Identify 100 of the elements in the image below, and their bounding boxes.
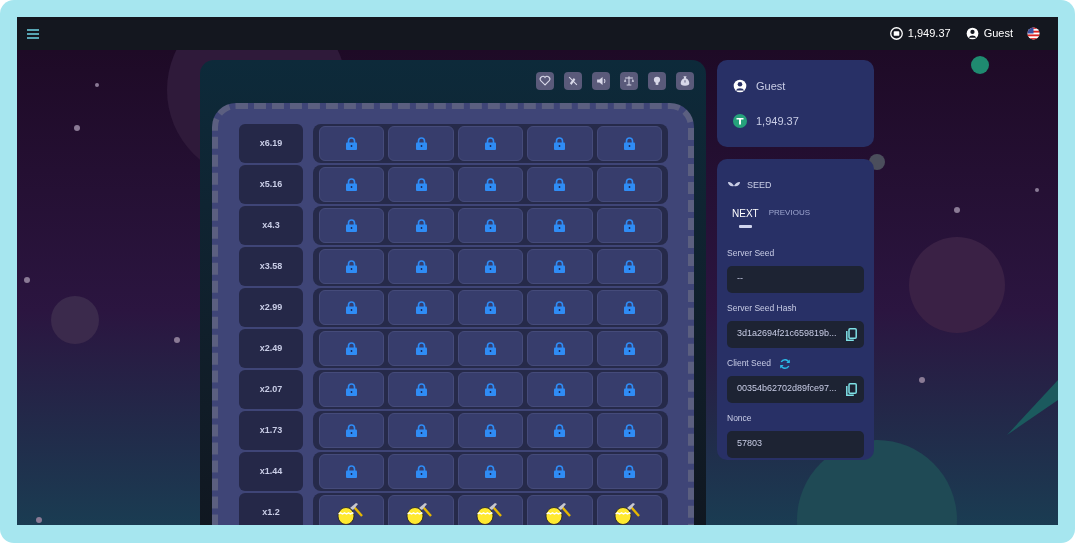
tile[interactable] <box>527 167 593 202</box>
menu-icon[interactable] <box>27 28 39 39</box>
speaker-icon <box>594 74 608 88</box>
muted-button[interactable] <box>564 72 582 90</box>
tile[interactable] <box>527 413 593 448</box>
tile[interactable] <box>596 372 663 407</box>
tile[interactable] <box>596 290 663 325</box>
flag-icon[interactable] <box>1027 27 1040 40</box>
heart-icon <box>538 74 552 88</box>
tile[interactable] <box>388 208 454 243</box>
tile[interactable] <box>596 331 663 366</box>
tile[interactable] <box>527 126 593 161</box>
tile[interactable] <box>388 249 454 284</box>
scales-button[interactable] <box>620 72 638 90</box>
tile[interactable] <box>319 454 385 489</box>
tile[interactable] <box>457 290 524 325</box>
refresh-icon[interactable] <box>778 357 791 370</box>
lock-icon <box>415 301 427 314</box>
tile[interactable] <box>527 454 593 489</box>
lock-icon <box>346 342 358 355</box>
copy-icon[interactable] <box>846 382 857 396</box>
tile[interactable] <box>388 290 454 325</box>
money-bag-button[interactable] <box>676 72 694 90</box>
tile[interactable] <box>319 290 385 325</box>
tile[interactable] <box>457 372 524 407</box>
tile[interactable] <box>457 167 524 202</box>
tile[interactable] <box>457 413 524 448</box>
lock-icon <box>346 301 358 314</box>
tile[interactable] <box>388 372 454 407</box>
lock-icon <box>554 178 566 191</box>
tile[interactable] <box>457 331 524 366</box>
multiplier-label: x1.44 <box>239 452 303 491</box>
user-icon <box>965 27 979 40</box>
tile[interactable] <box>457 249 524 284</box>
tile[interactable] <box>457 126 524 161</box>
lightbulb-button[interactable] <box>648 72 666 90</box>
lock-icon <box>623 219 635 232</box>
balance-text: 1,949.37 <box>756 114 799 129</box>
lock-icon <box>346 219 358 232</box>
tile[interactable] <box>596 495 663 525</box>
tile[interactable] <box>596 208 663 243</box>
tile[interactable] <box>457 454 524 489</box>
speaker-button[interactable] <box>592 72 610 90</box>
tile[interactable] <box>596 454 663 489</box>
lock-icon <box>485 260 496 273</box>
heart-button[interactable] <box>536 72 554 90</box>
tile[interactable] <box>388 167 454 202</box>
tile[interactable] <box>457 495 524 525</box>
lock-icon <box>623 383 635 396</box>
lock-icon <box>485 178 496 191</box>
multiplier-label: x1.73 <box>239 411 303 450</box>
input-field[interactable]: -- <box>727 265 864 293</box>
lock-icon <box>554 137 566 150</box>
tile[interactable] <box>527 290 593 325</box>
tile[interactable] <box>388 126 454 161</box>
multiplier-label: x2.99 <box>239 288 303 327</box>
tile[interactable] <box>596 126 663 161</box>
lock-icon <box>485 465 496 478</box>
copy-icon[interactable] <box>846 327 857 341</box>
tile[interactable] <box>388 331 454 366</box>
multiplier-label: x5.16 <box>239 165 303 204</box>
tile[interactable] <box>388 495 454 525</box>
tile[interactable] <box>596 167 663 202</box>
tile[interactable] <box>527 331 593 366</box>
lock-icon <box>485 219 496 232</box>
lock-icon <box>346 424 358 437</box>
tile[interactable] <box>319 331 385 366</box>
tab[interactable]: PREVIOUS <box>768 206 810 219</box>
field-label: Server Seed <box>727 247 775 260</box>
lock-icon <box>554 465 566 478</box>
tile[interactable] <box>319 208 385 243</box>
tile[interactable] <box>527 208 593 243</box>
tile[interactable] <box>319 167 385 202</box>
tile[interactable] <box>319 372 385 407</box>
lock-icon <box>554 342 566 355</box>
tile[interactable] <box>596 413 663 448</box>
tile[interactable] <box>457 208 524 243</box>
tile[interactable] <box>319 249 385 284</box>
lock-icon <box>554 260 566 273</box>
user-name[interactable]: Guest <box>983 25 1013 42</box>
user-name: Guest <box>756 78 786 94</box>
input-field[interactable]: 00354b62702d89fce97... <box>727 375 864 403</box>
tile[interactable] <box>527 249 593 284</box>
lock-icon <box>415 424 427 437</box>
input-field[interactable]: 3d1a2694f21c659819b... <box>727 320 864 348</box>
tile[interactable] <box>388 413 454 448</box>
multiplier-label: x2.07 <box>239 370 303 409</box>
tile[interactable] <box>319 495 385 525</box>
tile[interactable] <box>319 413 385 448</box>
input-field[interactable]: 57803 <box>727 430 864 458</box>
tile[interactable] <box>527 372 593 407</box>
money-bag-icon <box>678 74 692 88</box>
tile[interactable] <box>319 126 385 161</box>
tile[interactable] <box>388 454 454 489</box>
tile[interactable] <box>596 249 663 284</box>
lock-icon <box>554 424 566 437</box>
tile[interactable] <box>527 495 593 525</box>
tab[interactable]: NEXT <box>732 205 759 221</box>
field-label: Client Seed <box>727 357 771 370</box>
lock-icon <box>623 301 635 314</box>
